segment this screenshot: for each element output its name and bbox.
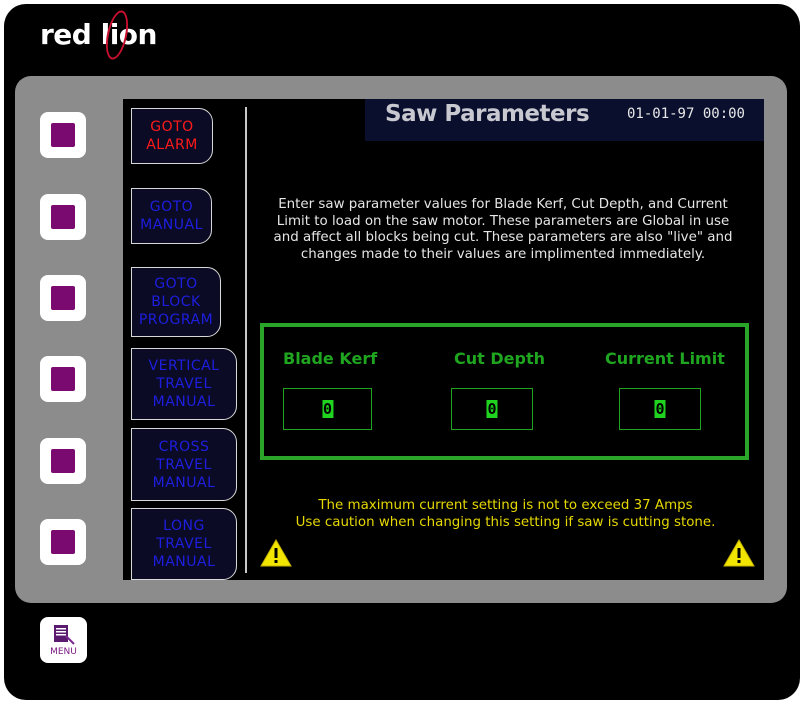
goto-block-program-label: GOTO BLOCK PROGRAM — [138, 276, 214, 328]
current-limit-field[interactable]: 0 — [619, 388, 701, 430]
long-travel-manual-button[interactable]: LONG TRAVEL MANUAL — [131, 508, 237, 580]
softkey-6[interactable] — [40, 519, 86, 565]
vertical-travel-manual-label: VERTICAL TRAVEL MANUAL — [148, 358, 220, 410]
instructions-text: Enter saw parameter values for Blade Ker… — [273, 197, 733, 262]
softkey-2[interactable] — [40, 194, 86, 240]
softkey-square-icon — [51, 449, 75, 473]
brand-name: red lion — [40, 18, 157, 51]
parameters-panel: Blade Kerf Cut Depth Current Limit 0 0 0 — [260, 323, 749, 460]
current-limit-value: 0 — [654, 400, 666, 418]
cross-travel-manual-label: CROSS TRAVEL MANUAL — [152, 438, 216, 491]
goto-block-program-button[interactable]: GOTO BLOCK PROGRAM — [131, 267, 221, 337]
softkey-4[interactable] — [40, 356, 86, 402]
warning-text: The maximum current setting is not to ex… — [295, 498, 716, 530]
goto-alarm-button[interactable]: GOTO ALARM — [131, 108, 213, 164]
hmi-screen: Saw Parameters 01-01-97 00:00 GOTO ALARM… — [123, 99, 764, 580]
page-title: Saw Parameters — [385, 101, 590, 127]
softkey-5[interactable] — [40, 438, 86, 484]
vertical-travel-manual-button[interactable]: VERTICAL TRAVEL MANUAL — [131, 348, 237, 420]
goto-alarm-label: GOTO ALARM — [146, 119, 198, 153]
goto-manual-button[interactable]: GOTO MANUAL — [131, 188, 212, 244]
softkey-square-icon — [51, 286, 75, 310]
softkey-3[interactable] — [40, 275, 86, 321]
datetime-display: 01-01-97 00:00 — [626, 106, 745, 122]
softkey-square-icon — [51, 123, 75, 147]
cut-depth-label: Cut Depth — [454, 349, 545, 368]
nav-divider — [245, 107, 247, 573]
brand-logo: red lion — [40, 18, 157, 51]
long-travel-manual-label: LONG TRAVEL MANUAL — [152, 518, 216, 570]
goto-manual-label: GOTO MANUAL — [140, 199, 203, 233]
softkey-square-icon — [51, 367, 75, 391]
current-limit-label: Current Limit — [605, 349, 725, 368]
title-bar: Saw Parameters 01-01-97 00:00 — [365, 99, 764, 141]
menu-label: MENU — [50, 647, 77, 657]
cut-depth-field[interactable]: 0 — [451, 388, 533, 430]
warning-triangle-icon — [260, 539, 292, 567]
softkey-square-icon — [51, 530, 75, 554]
cut-depth-value: 0 — [486, 400, 498, 418]
cross-travel-manual-button[interactable]: CROSS TRAVEL MANUAL — [131, 428, 237, 501]
blade-kerf-field[interactable]: 0 — [283, 388, 372, 430]
menu-button[interactable]: MENU — [40, 617, 87, 663]
blade-kerf-value: 0 — [321, 400, 334, 418]
softkey-1[interactable] — [40, 112, 86, 158]
softkey-square-icon — [51, 205, 75, 229]
warning-triangle-icon — [723, 539, 755, 567]
menu-icon — [54, 625, 75, 645]
blade-kerf-label: Blade Kerf — [283, 349, 378, 368]
